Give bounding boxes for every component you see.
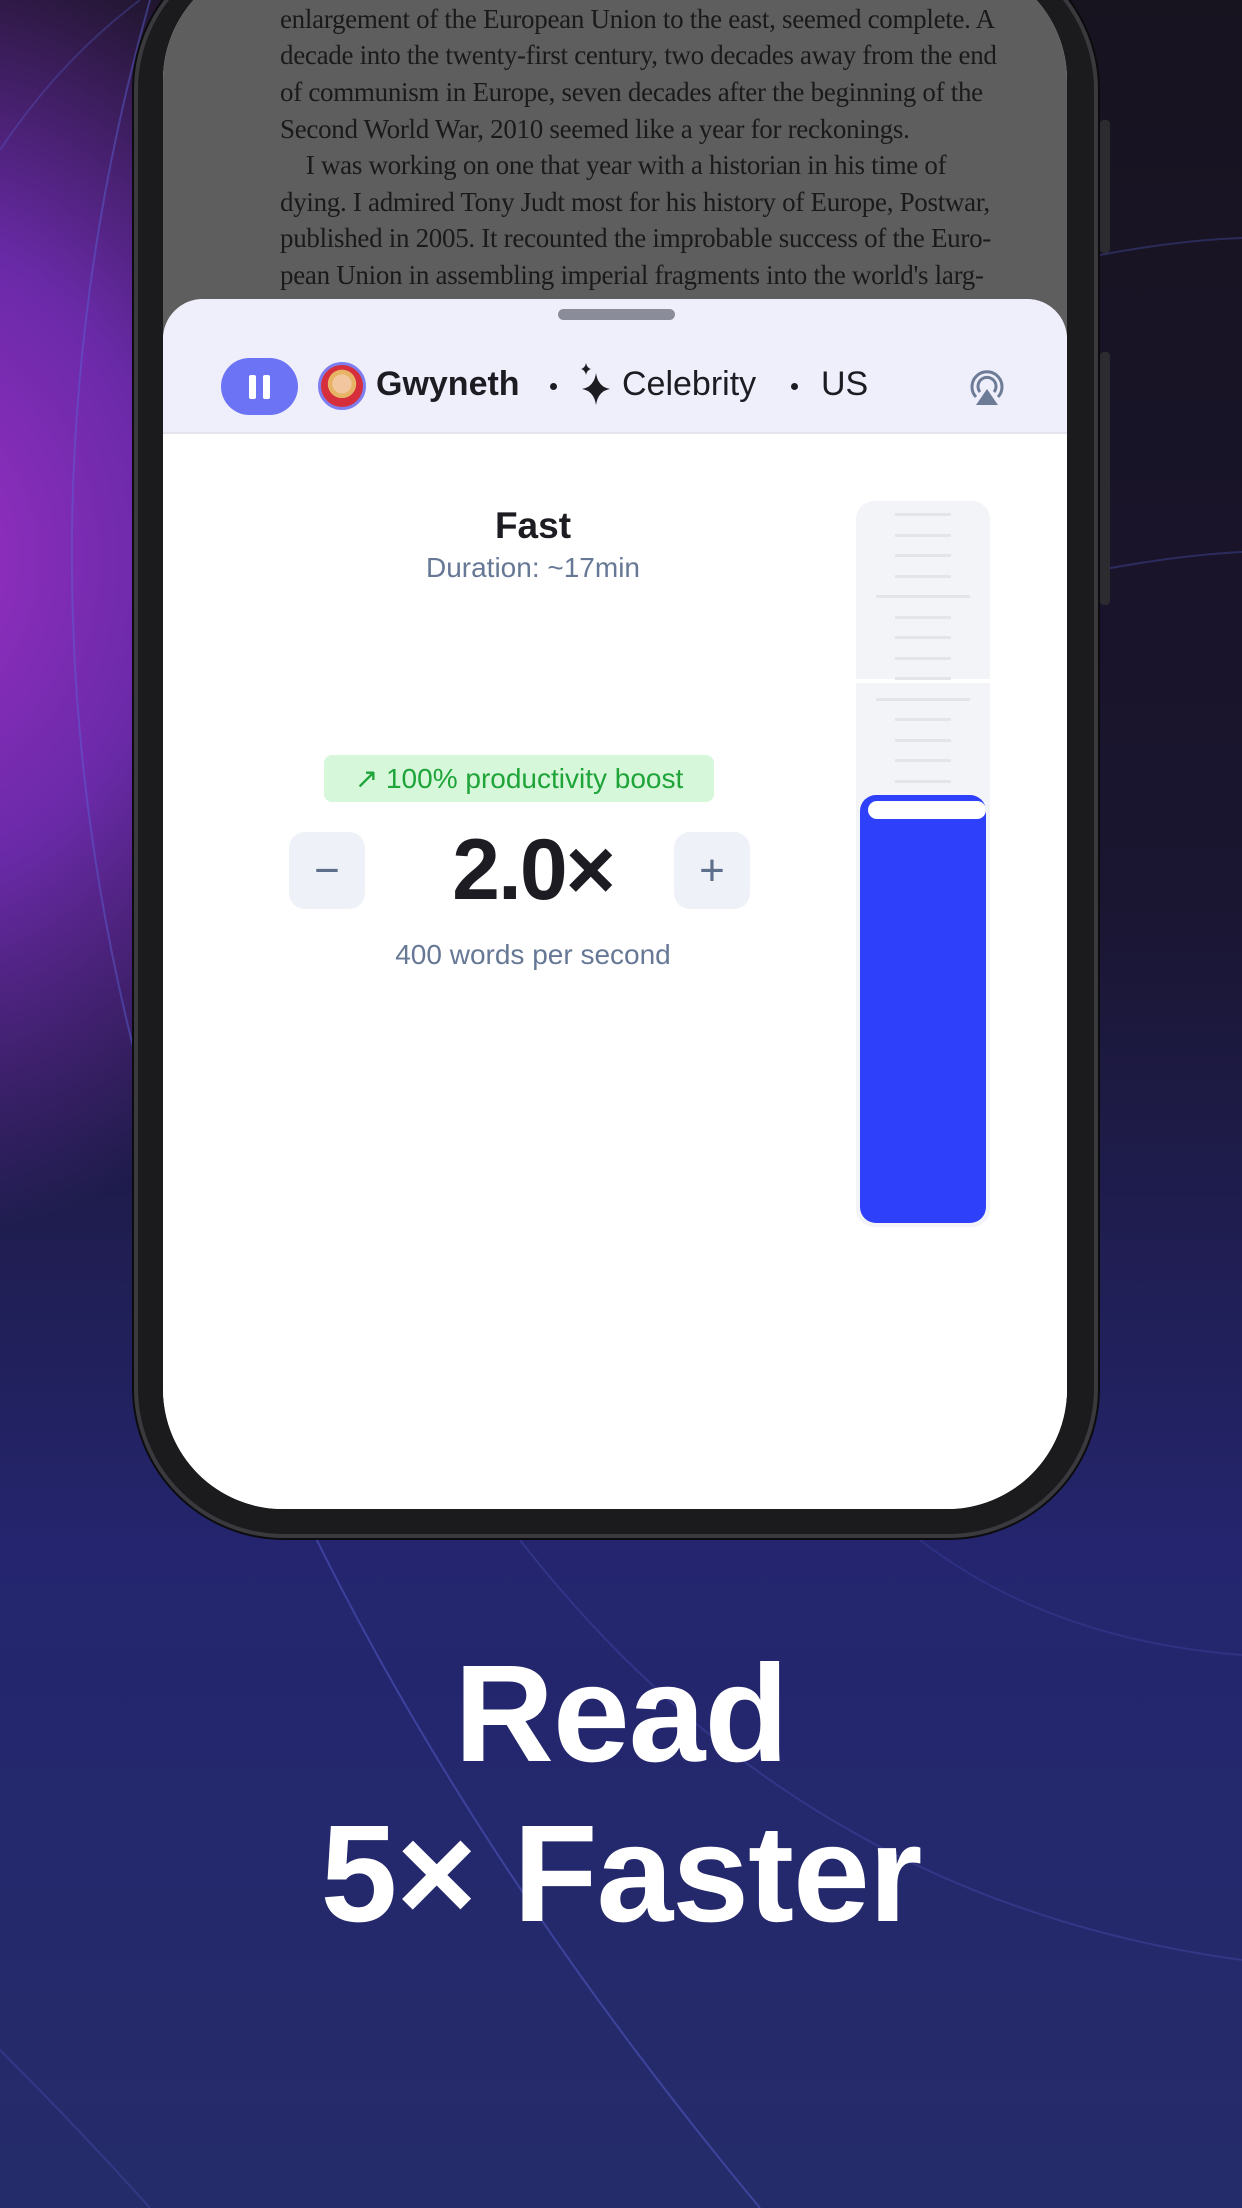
voice-name[interactable]: Gwyneth <box>376 365 520 404</box>
speed-slider[interactable] <box>856 501 990 1227</box>
slider-tick <box>895 779 951 783</box>
book-line: enlargement of the European Union to the… <box>280 4 995 34</box>
slider-tick <box>876 697 970 701</box>
slider-tick <box>895 554 951 557</box>
drag-handle[interactable] <box>558 309 675 320</box>
book-line: of communism in Europe, seven decades af… <box>280 77 983 107</box>
slider-fill <box>860 795 986 1223</box>
voice-type[interactable]: Celebrity <box>622 365 756 404</box>
productivity-badge: ↗ 100% productivity boost <box>324 755 714 802</box>
book-line: decade into the twenty-first century, tw… <box>280 40 997 70</box>
voice-accent[interactable]: US <box>821 365 868 404</box>
increase-speed-button[interactable]: + <box>674 832 750 909</box>
phone-side-button <box>1100 120 1110 253</box>
slider-tick <box>895 513 951 516</box>
player-header: Gwyneth Celebrity US <box>163 299 1067 434</box>
slider-tick <box>895 636 951 639</box>
book-line: Second World War, 2010 seemed like a yea… <box>280 114 910 144</box>
badge-text: 100% productivity boost <box>385 763 684 794</box>
slider-tick <box>895 759 951 762</box>
sparkles-icon <box>581 363 610 405</box>
airplay-icon[interactable] <box>968 367 1006 407</box>
slider-tick <box>895 738 951 742</box>
separator-dot <box>791 383 798 390</box>
separator-dot <box>550 383 557 390</box>
book-line: pean Union in assembling imperial fragme… <box>280 260 984 290</box>
speed-value: 2.0× <box>452 822 616 918</box>
slider-tick <box>895 574 951 578</box>
slider-tick <box>895 615 951 619</box>
phone-screen: enlargement of the European Union to the… <box>163 0 1067 1509</box>
book-line: published in 2005. It recounted the impr… <box>280 223 991 253</box>
duration-text: Duration: ~17min <box>425 552 640 583</box>
pause-icon <box>249 374 270 399</box>
phone-side-button <box>1100 352 1110 605</box>
avatar[interactable] <box>318 362 366 410</box>
book-line: dying. I admired Tony Judt most for his … <box>280 187 990 217</box>
words-per-second: 400 words per second <box>395 939 671 970</box>
slider-tick <box>895 656 951 660</box>
slider-thumb[interactable] <box>868 801 986 820</box>
slider-tick <box>876 595 970 598</box>
tagline-line2: 5× Faster <box>320 1797 923 1951</box>
pause-button[interactable] <box>221 358 298 415</box>
speed-label: Fast <box>494 505 572 546</box>
arrow-up-right-icon: ↗ <box>354 763 379 794</box>
plus-icon: + <box>699 845 725 895</box>
book-line: I was working on one that year with a hi… <box>280 150 947 180</box>
slider-tick <box>895 677 951 680</box>
speed-sheet: Gwyneth Celebrity US Fast Duration: ~17m… <box>163 299 1067 1509</box>
slider-tick <box>895 533 951 537</box>
tagline-line1: Read <box>454 1637 788 1791</box>
slider-tick <box>895 718 951 721</box>
